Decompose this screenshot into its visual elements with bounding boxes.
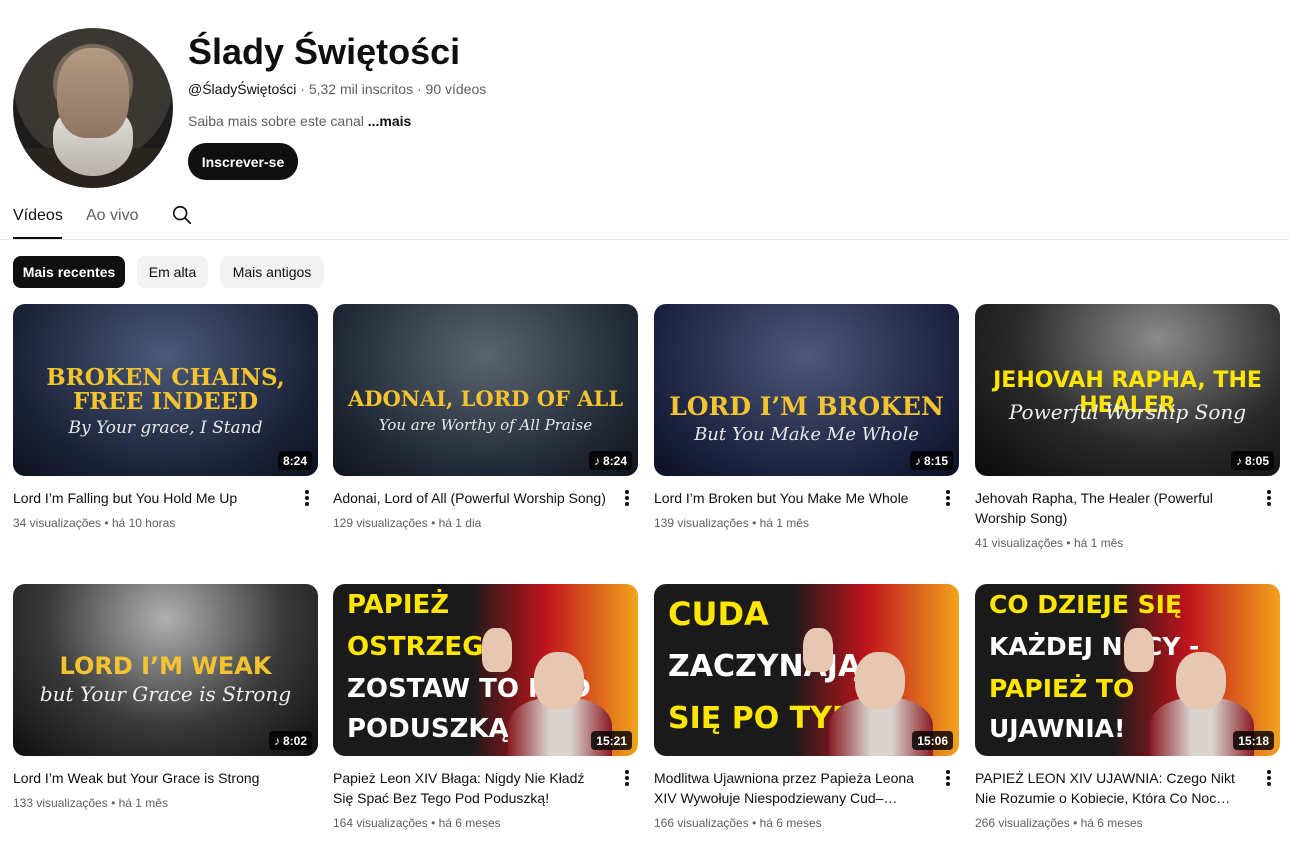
more-actions-icon[interactable] [945,770,951,788]
duration-badge: ♪ 8:05 [1230,451,1274,470]
channel-title: Ślady Świętości [188,31,461,72]
duration-badge: 15:21 [591,731,632,750]
video-thumbnail[interactable]: BROKEN CHAINS, FREE INDEED By Your grace… [13,304,318,476]
channel-handle: @ŚladyŚwiętości [188,81,297,97]
thumb-title-line: CUDA [668,595,769,633]
video-thumbnail[interactable]: CO DZIEJE SIĘ KAŻDEJ NOCY - PAPIEŻ TO UJ… [975,584,1280,756]
subscribe-button[interactable]: Inscrever-se [188,143,298,180]
duration-badge: ♪ 8:15 [909,451,953,470]
chip-oldest[interactable]: Mais antigos [220,256,324,288]
more-actions-icon[interactable] [624,770,630,788]
video-count: 90 vídeos [425,81,487,97]
video-stats: 129 visualizações • há 1 dia [333,516,482,530]
thumb-title-line: PODUSZKĄ [347,714,509,744]
channel-meta: @ŚladyŚwiętości · 5,32 mil inscritos · 9… [188,81,487,97]
chip-popular[interactable]: Em alta [137,256,208,288]
channel-avatar[interactable] [13,28,173,188]
active-tab-indicator [13,237,62,239]
video-stats: 41 visualizações • há 1 mês [975,536,1124,550]
video-thumbnail[interactable]: ADONAI, LORD OF ALL You are Worthy of Al… [333,304,638,476]
search-icon[interactable] [171,204,193,226]
thumb-subtitle: but Your Grace is Strong [39,682,292,706]
channel-about[interactable]: Saiba mais sobre este canal ...mais [188,112,411,130]
tab-live[interactable]: Ao vivo [86,206,138,226]
music-note-icon: ♪ [593,453,600,468]
about-more-link[interactable]: ...mais [368,113,412,129]
more-actions-icon[interactable] [1266,490,1272,508]
about-text: Saiba mais sobre este canal [188,113,368,129]
thumb-title-line: LORD I’M WEAK [59,652,272,680]
music-note-icon: ♪ [1235,453,1242,468]
thumb-title-line: BROKEN CHAINS, [46,364,285,391]
duration-badge: ♪ 8:24 [588,451,632,470]
thumb-title-line: ADONAI, LORD OF ALL [347,386,624,411]
video-title[interactable]: Lord I’m Falling but You Hold Me Up [13,488,288,508]
duration-badge: 15:18 [1233,731,1274,750]
thumb-title-line: LORD I’M BROKEN [669,392,944,421]
video-thumbnail[interactable]: PAPIEŻ OSTRZEGA: ZOSTAW TO POD PODUSZKĄ … [333,584,638,756]
thumb-subtitle: By Your grace, I Stand [68,418,263,438]
tab-videos[interactable]: Vídeos [13,206,63,226]
thumb-title-line: CO DZIEJE SIĘ [989,590,1183,619]
chip-latest[interactable]: Mais recentes [13,256,125,288]
video-thumbnail[interactable]: CUDA ZACZYNAJĄ SIĘ PO TYM! 15:06 [654,584,959,756]
thumb-subtitle: Powerful Worship Song [1008,400,1247,424]
duration-badge: 15:06 [912,731,953,750]
more-actions-icon[interactable] [304,490,310,508]
video-stats: 166 visualizações • há 6 meses [654,816,822,830]
video-thumbnail[interactable]: LORD I’M WEAK but Your Grace is Strong ♪… [13,584,318,756]
video-title[interactable]: Papież Leon XIV Błaga: Nigdy Nie Kładź S… [333,768,608,808]
video-title[interactable]: Modlitwa Ujawniona przez Papieża Leona X… [654,768,929,808]
thumb-subtitle: But You Make Me Whole [694,424,919,445]
channel-tabs: Vídeos Ao vivo [0,195,1289,240]
video-title[interactable]: Lord I’m Broken but You Make Me Whole [654,488,929,508]
video-title[interactable]: PAPIEŻ LEON XIV UJAWNIA: Czego Nikt Nie … [975,768,1250,808]
more-actions-icon[interactable] [1266,770,1272,788]
thumb-title-line: PAPIEŻ [347,590,450,620]
music-note-icon: ♪ [914,453,921,468]
duration-badge: 8:24 [277,451,312,470]
duration-badge: ♪ 8:02 [268,731,312,750]
video-stats: 139 visualizações • há 1 mês [654,516,809,530]
subscriber-count: 5,32 mil inscritos [308,81,414,97]
thumb-title-line: FREE INDEED [72,388,259,415]
music-note-icon: ♪ [273,733,280,748]
video-stats: 266 visualizações • há 6 meses [975,816,1143,830]
video-thumbnail[interactable]: LORD I’M BROKEN But You Make Me Whole ♪ 8… [654,304,959,476]
avatar-face [57,48,129,138]
more-actions-icon[interactable] [945,490,951,508]
video-stats: 133 visualizações • há 1 mês [13,796,168,810]
video-stats: 34 visualizações • há 10 horas [13,516,176,530]
more-actions-icon[interactable] [624,490,630,508]
thumb-title-line: PAPIEŻ TO [989,674,1135,703]
thumb-title-line: UJAWNIA! [989,714,1126,743]
thumb-subtitle: You are Worthy of All Praise [378,416,593,434]
video-stats: 164 visualizações • há 6 meses [333,816,501,830]
video-title[interactable]: Jehovah Rapha, The Healer (Powerful Wors… [975,488,1250,528]
video-title[interactable]: Lord I’m Weak but Your Grace is Strong [13,768,288,788]
video-title[interactable]: Adonai, Lord of All (Powerful Worship So… [333,488,608,508]
video-thumbnail[interactable]: JEHOVAH RAPHA, THE HEALER Powerful Worsh… [975,304,1280,476]
